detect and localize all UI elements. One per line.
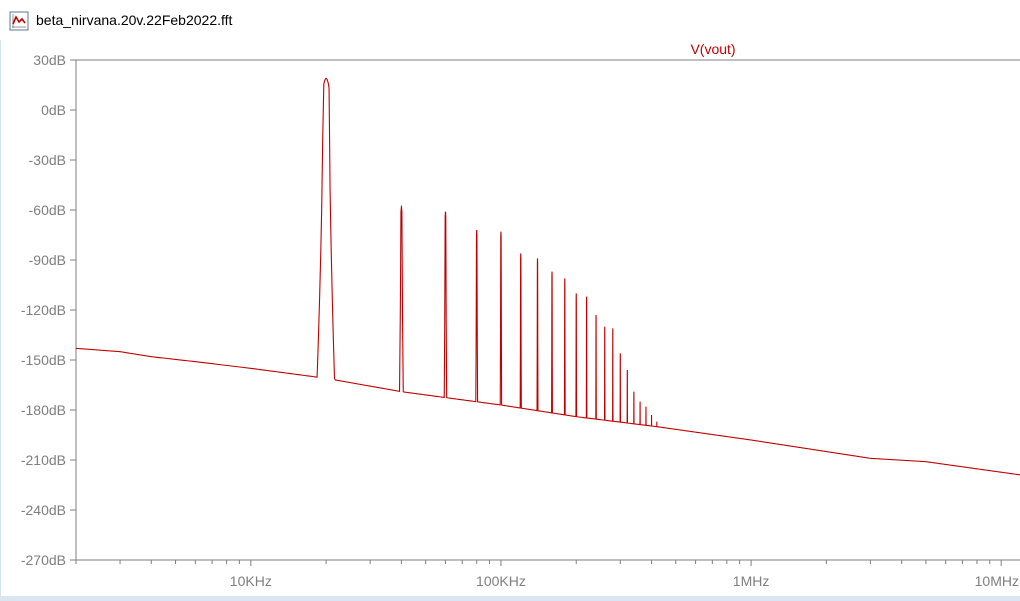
x-tick-label: 10KHz [230, 573, 272, 589]
axis-ticks [70, 59, 1002, 566]
axis-tick-labels: 30dB 0dB -30dB -60dB -90dB -120dB -150dB -180dB… [21, 52, 1019, 589]
y-tick-label: -90dB [29, 252, 66, 268]
waveform-plot-icon [9, 11, 29, 31]
y-tick-label: -210dB [21, 452, 66, 468]
x-tick-label: 100KHz [476, 573, 526, 589]
plot-area[interactable]: 30dB 0dB -30dB -60dB -90dB -120dB -150dB -180dB… [0, 40, 1020, 601]
legend[interactable]: V(vout) [690, 41, 735, 57]
y-tick-label: -150dB [21, 352, 66, 368]
waveform-window: beta_nirvana.20v.22Feb2022.fft 30dB 0dB -3… [0, 0, 1020, 601]
trace-vout [75, 77, 1020, 476]
x-tick-label: 10MHz [975, 573, 1019, 589]
y-tick-label: -180dB [21, 402, 66, 418]
y-tick-label: -120dB [21, 302, 66, 318]
y-tick-label: -270dB [21, 552, 66, 568]
axes [75, 59, 1020, 561]
trace-layer [75, 77, 1020, 476]
title-bar[interactable]: beta_nirvana.20v.22Feb2022.fft [0, 0, 1020, 41]
y-tick-label: -240dB [21, 502, 66, 518]
y-tick-label: -60dB [29, 202, 66, 218]
window-bottom-border [0, 596, 1020, 601]
window-title: beta_nirvana.20v.22Feb2022.fft [36, 12, 233, 28]
y-tick-label: -30dB [29, 152, 66, 168]
y-tick-label: 0dB [41, 102, 66, 118]
y-tick-label: 30dB [33, 52, 66, 68]
fft-chart[interactable]: 30dB 0dB -30dB -60dB -90dB -120dB -150dB -180dB… [1, 40, 1020, 601]
legend-entry-vout[interactable]: V(vout) [690, 41, 735, 57]
x-tick-label: 1MHz [733, 573, 770, 589]
